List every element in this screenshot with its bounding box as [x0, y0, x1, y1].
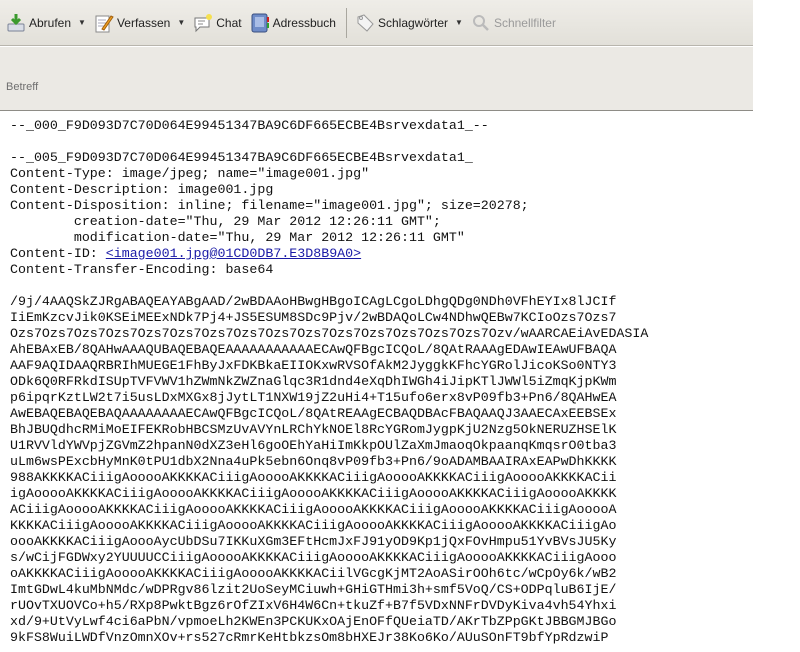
base64-line: 988AKKKKACiiigAooooAKKKKACiiigAooooAKKKK…	[10, 470, 617, 485]
base64-line: AwEBAQEBAQEBAQAAAAAAAAECAwQFBgcICQoL/8QA…	[10, 406, 617, 421]
subject-label: Betreff	[6, 81, 39, 93]
schlagwoerter-button[interactable]: Schlagwörter ▼	[355, 8, 463, 38]
chevron-down-icon[interactable]: ▼	[455, 18, 463, 27]
base64-line: BhJBUQdhcRMiMoEIFEKRobHBCSMzUvAVYnLRChYk…	[10, 422, 617, 437]
base64-line: igAooooAKKKKACiiigAooooAKKKKACiiigAooooA…	[10, 486, 617, 501]
base64-line: Ozs7Ozs7Ozs7Ozs7Ozs7Ozs7Ozs7Ozs7Ozs7Ozs7…	[10, 326, 649, 341]
base64-line: IiEmKzcvJik0KSEiMEExNDk7Pj4+JS5ESUM8SDc9…	[10, 310, 617, 325]
base64-line: ODk6Q0RFRkdISUpTVFVWV1hZWmNkZWZnaGlqc3R1…	[10, 374, 617, 389]
abrufen-label: Abrufen	[29, 15, 72, 30]
content-id-link[interactable]: <image001.jpg@01CD0DB7.E3D8B9A0>	[106, 246, 361, 261]
tag-icon	[355, 13, 375, 33]
modification-date-line: modification-date="Thu, 29 Mar 2012 12:2…	[10, 230, 465, 245]
base64-line: ImtGDwL4kuMbNMdc/wDPRgv86lzit2UoSeyMCiuw…	[10, 582, 617, 597]
base64-line: xd/9+UtVyLwf4ci6aPbN/vpmoeLh2KWEn3PCKUKx…	[10, 614, 617, 629]
schnellfilter-button[interactable]: Schnellfilter	[471, 8, 556, 38]
chevron-down-icon[interactable]: ▼	[177, 18, 185, 27]
content-id-line: Content-ID: <image001.jpg@01CD0DB7.E3D8B…	[10, 246, 648, 262]
content-description-line: Content-Description: image001.jpg	[10, 182, 274, 197]
search-icon	[471, 13, 491, 33]
message-body: --_000_F9D093D7C70D064E99451347BA9C6DF66…	[10, 118, 648, 646]
content-disposition-line: Content-Disposition: inline; filename="i…	[10, 198, 529, 213]
base64-line: p6ipqrKztLW2t7i5usLDxMXGx8jJytLT1NXW19jZ…	[10, 390, 617, 405]
message-header: Betreff	[0, 47, 753, 111]
base64-line: AAF9AQIDAAQRBRIhMUEGE1FhByJxFDKBkaEIIOKx…	[10, 358, 617, 373]
content-type-line: Content-Type: image/jpeg; name="image001…	[10, 166, 370, 181]
verfassen-label: Verfassen	[116, 15, 171, 30]
base64-line: AhEBAxEB/8QAHwAAAQUBAQEBAQEAAAAAAAAAAAEC…	[10, 342, 617, 357]
base64-line: /9j/4AAQSkZJRgABAQEAYABgAAD/2wBDAAoHBwgH…	[10, 294, 617, 309]
boundary-end-line: --_000_F9D093D7C70D064E99451347BA9C6DF66…	[10, 118, 489, 133]
chat-label: Chat	[216, 15, 242, 30]
chat-button[interactable]: Chat	[193, 8, 242, 38]
schnellfilter-label: Schnellfilter	[493, 15, 556, 30]
base64-line: rUOvTXUOVCo+h5/RXp8PwktBgz6rOfZIxV6H4W6C…	[10, 598, 617, 613]
base64-line: s/wCijFGDWxy2YUUUUCCiiigAooooAKKKKACiiig…	[10, 550, 617, 565]
address-book-icon	[250, 13, 270, 33]
abrufen-button[interactable]: Abrufen ▼	[6, 8, 86, 38]
adressbuch-label: Adressbuch	[272, 15, 336, 30]
base64-line: 9kFS8WuiLWDfVnzOmnXOv+rs527cRmrKeHtbkzsO…	[10, 630, 609, 645]
base64-block: /9j/4AAQSkZJRgABAQEAYABgAAD/2wBDAAoHBwgH…	[10, 294, 648, 646]
content-id-label: Content-ID:	[10, 246, 106, 261]
compose-icon	[94, 13, 114, 33]
get-mail-icon	[6, 13, 26, 33]
chevron-down-icon[interactable]: ▼	[78, 18, 86, 27]
main-toolbar: Abrufen ▼ Verfassen ▼ Chat Adressbuch Sc…	[0, 0, 753, 46]
transfer-encoding-line: Content-Transfer-Encoding: base64	[10, 262, 274, 277]
boundary-start-line: --_005_F9D093D7C70D064E99451347BA9C6DF66…	[10, 150, 473, 165]
schlagwoerter-label: Schlagwörter	[377, 15, 449, 30]
verfassen-button[interactable]: Verfassen ▼	[94, 8, 185, 38]
base64-line: oAKKKKACiiigAooooAKKKKACiiigAooooAKKKKAC…	[10, 566, 617, 581]
base64-line: KKKKACiiigAooooAKKKKACiiigAooooAKKKKACii…	[10, 518, 617, 533]
adressbuch-button[interactable]: Adressbuch	[250, 8, 336, 38]
base64-line: ACiiigAooooAKKKKACiiigAooooAKKKKACiiigAo…	[10, 502, 617, 517]
base64-line: U1RVVldYWVpjZGVmZ2hpanN0dXZ3eHl6goOEhYaH…	[10, 438, 617, 453]
creation-date-line: creation-date="Thu, 29 Mar 2012 12:26:11…	[10, 214, 441, 229]
toolbar-separator	[345, 7, 347, 38]
chat-icon	[193, 13, 213, 33]
base64-line: oooAKKKKACiiigAoooAycUbDSu7IKKuXGm3EFtHc…	[10, 534, 617, 549]
base64-line: uLm6wsPExcbHyMnK0tPU1dbX2Nna4uPk5ebn6Onq…	[10, 454, 617, 469]
